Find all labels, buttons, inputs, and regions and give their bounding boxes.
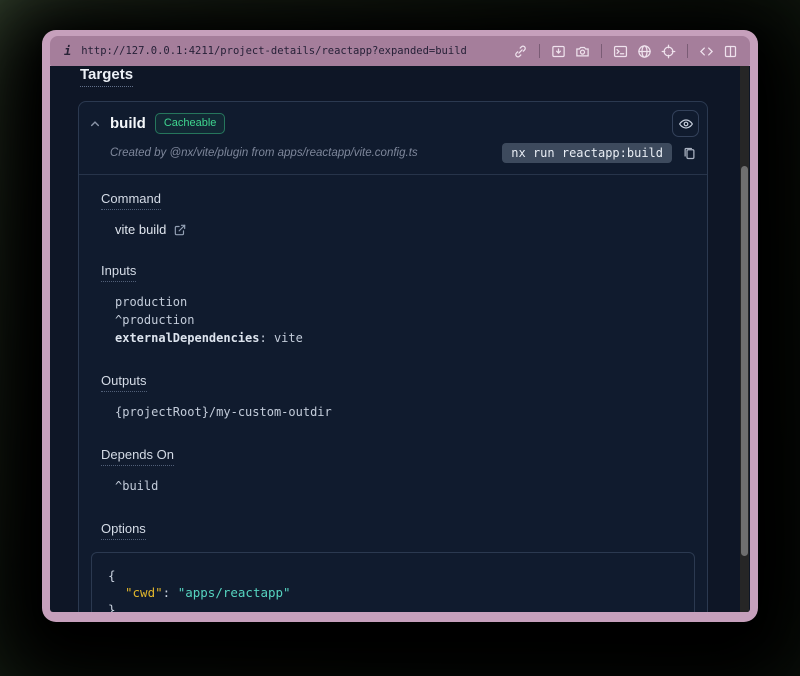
build-target-name: build — [110, 115, 146, 132]
outputs-heading: Outputs — [101, 373, 147, 392]
copy-icon[interactable] — [682, 146, 697, 161]
json-cwd-line: "cwd": "apps/reactapp" — [108, 584, 678, 601]
chevron-up-icon[interactable] — [89, 118, 101, 130]
options-heading: Options — [101, 521, 146, 540]
created-by-text: Created by @nx/vite/plugin from apps/rea… — [110, 147, 492, 159]
cacheable-badge: Cacheable — [155, 113, 226, 133]
options-code-block: { "cwd": "apps/reactapp" } — [91, 552, 695, 612]
command-value: vite build — [115, 222, 166, 237]
eye-icon — [678, 116, 694, 132]
targets-heading: Targets — [80, 66, 133, 87]
scrollbar[interactable] — [740, 66, 749, 612]
build-created-row: Created by @nx/vite/plugin from apps/rea… — [79, 141, 707, 174]
browser-window: i http://127.0.0.1:4211/project-details/… — [42, 30, 758, 622]
depends-on-list: ^build — [115, 477, 695, 495]
external-link-icon[interactable] — [173, 223, 187, 237]
depends-on-item: ^build — [115, 477, 695, 495]
json-open-brace: { — [108, 567, 678, 584]
url-bar[interactable]: http://127.0.0.1:4211/project-details/re… — [81, 45, 467, 57]
info-icon: i — [64, 44, 71, 58]
depends-on-heading: Depends On — [101, 447, 174, 466]
globe-icon[interactable] — [637, 44, 652, 59]
page-content: Targets build Cacheable — [50, 66, 750, 612]
run-command-chip: nx run reactapp:build — [502, 143, 672, 163]
terminal-icon[interactable] — [613, 44, 628, 59]
toolbar-actions — [513, 44, 738, 59]
scrollbar-thumb[interactable] — [741, 166, 748, 556]
browser-toolbar: i http://127.0.0.1:4211/project-details/… — [50, 36, 750, 66]
link-icon[interactable] — [513, 44, 528, 59]
toolbar-divider — [539, 44, 540, 58]
input-item: production — [115, 293, 695, 311]
outputs-list: {projectRoot}/my-custom-outdir — [115, 403, 695, 421]
inputs-heading: Inputs — [101, 263, 136, 282]
toolbar-divider — [687, 44, 688, 58]
json-close-brace: } — [108, 601, 678, 612]
command-heading: Command — [101, 191, 161, 210]
camera-icon[interactable] — [575, 44, 590, 59]
split-panel-icon[interactable] — [723, 44, 738, 59]
output-item: {projectRoot}/my-custom-outdir — [115, 403, 695, 421]
input-item: ^production — [115, 311, 695, 329]
code-icon[interactable] — [699, 44, 714, 59]
build-card-header[interactable]: build Cacheable — [79, 102, 707, 141]
inputs-list: production ^production externalDependenc… — [115, 293, 695, 347]
input-item: externalDependencies: vite — [115, 329, 695, 347]
save-screenshot-icon[interactable] — [551, 44, 566, 59]
focus-target-button[interactable] — [672, 110, 699, 137]
toolbar-divider — [601, 44, 602, 58]
target-card-build: build Cacheable Created by @nx/vite/plug… — [78, 101, 708, 612]
build-card-body: Command vite build Inputs production ^pr… — [79, 175, 707, 612]
target-icon[interactable] — [661, 44, 676, 59]
